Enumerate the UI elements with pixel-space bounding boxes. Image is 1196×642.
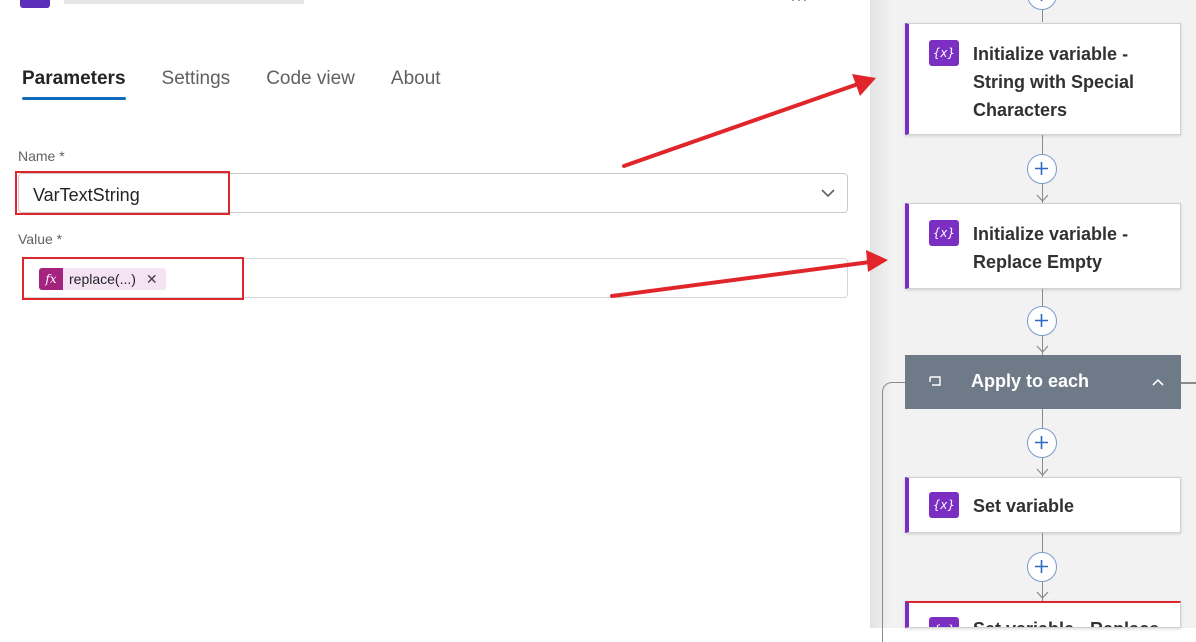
arrow-down-icon xyxy=(1036,345,1049,353)
action-title xyxy=(64,0,304,4)
plus-icon xyxy=(1040,0,1043,1)
name-highlight-box xyxy=(15,171,230,215)
arrow-down-icon xyxy=(1036,468,1049,476)
tab-code-view[interactable]: Code view xyxy=(266,68,355,100)
plus-icon xyxy=(1035,436,1048,449)
step-title: Set variable xyxy=(973,496,1075,516)
step-set-variable-replace[interactable]: {x} Set variable - Replace xyxy=(905,601,1181,628)
plus-icon xyxy=(1035,314,1048,327)
more-options-icon[interactable]: ⋯ xyxy=(790,0,808,11)
action-icon xyxy=(20,0,50,8)
tab-bar: Parameters Settings Code view About xyxy=(22,68,477,100)
name-label: Name * xyxy=(18,148,65,164)
tab-about[interactable]: About xyxy=(391,68,441,100)
tab-parameters[interactable]: Parameters xyxy=(22,68,126,100)
value-highlight-box xyxy=(22,257,244,300)
add-step-button[interactable] xyxy=(1027,552,1057,582)
loop-icon xyxy=(929,376,941,386)
apply-to-each-header[interactable]: Apply to each xyxy=(905,355,1181,409)
step-initialize-variable-special-characters[interactable]: {x} Initialize variable - String with Sp… xyxy=(905,23,1181,135)
step-title: Initialize variable - Replace Empty xyxy=(973,224,1129,272)
variable-icon: {x} xyxy=(929,40,959,66)
add-step-button[interactable] xyxy=(1027,428,1057,458)
action-details-panel: ⋯ Parameters Settings Code view About Na… xyxy=(0,0,870,628)
step-set-variable[interactable]: {x} Set variable xyxy=(905,477,1181,533)
loop-boundary xyxy=(1181,382,1196,384)
plus-icon xyxy=(1035,560,1048,573)
arrow-down-icon xyxy=(1036,591,1049,599)
value-label: Value * xyxy=(18,231,63,247)
step-title: Initialize variable - String with Specia… xyxy=(973,44,1135,120)
loop-boundary xyxy=(882,382,906,642)
arrow-down-icon xyxy=(1036,194,1049,202)
loop-title: Apply to each xyxy=(971,371,1090,391)
variable-icon: {x} xyxy=(929,220,959,246)
step-title: Set variable - Replace xyxy=(973,615,1159,627)
add-step-button[interactable] xyxy=(1027,0,1057,10)
add-step-button[interactable] xyxy=(1027,154,1057,184)
tab-settings[interactable]: Settings xyxy=(162,68,231,100)
add-step-button[interactable] xyxy=(1027,306,1057,336)
variable-icon: {x} xyxy=(929,617,959,627)
variable-icon: {x} xyxy=(929,492,959,518)
chevron-down-icon[interactable] xyxy=(819,184,837,202)
plus-icon xyxy=(1035,162,1048,175)
chevron-up-icon[interactable] xyxy=(1149,373,1167,391)
step-initialize-variable-replace-empty[interactable]: {x} Initialize variable - Replace Empty xyxy=(905,203,1181,289)
flow-canvas: {x} Initialize variable - String with Sp… xyxy=(870,0,1196,642)
